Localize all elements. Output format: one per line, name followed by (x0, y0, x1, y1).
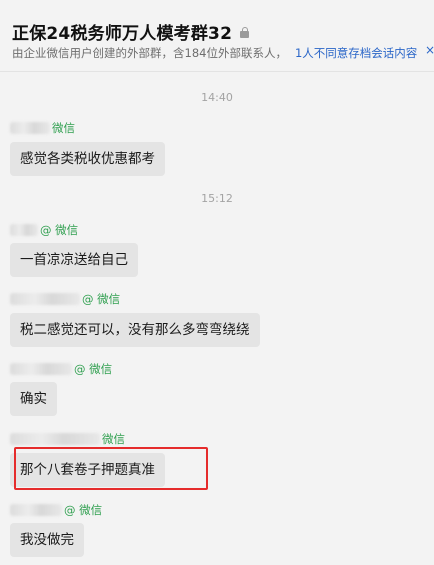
message-bubble[interactable]: 我没做完 (10, 523, 84, 557)
sender-name: @ 微信 (10, 502, 102, 518)
timestamp: 15:12 (201, 192, 233, 205)
message-bubble[interactable]: 一首凉凉送给自己 (10, 243, 138, 277)
chat-header: 正保24税务师万人模考群32 由企业微信用户创建的外部群，含184位外部联系人，… (0, 0, 434, 72)
sender-avatar-blur (10, 122, 50, 134)
wechat-badge: 微信 (102, 432, 125, 446)
wechat-badge: @ 微信 (64, 503, 103, 517)
wechat-badge: @ 微信 (82, 292, 121, 306)
sender-avatar-blur (10, 224, 38, 236)
message-list[interactable]: 14:40 微信 感觉各类税收优惠都考 15:12 @ 微信 一首凉凉送给自己 … (0, 73, 434, 565)
sender-name: @ 微信 (10, 361, 112, 377)
subtitle-text: 由企业微信用户创建的外部群，含184位外部联系人， (12, 46, 287, 60)
close-icon[interactable]: × (425, 43, 434, 57)
archive-consent-link[interactable]: 1人不同意存档会话内容 (295, 45, 417, 61)
group-title: 正保24税务师万人模考群32 (12, 24, 233, 44)
sender-avatar-blur (10, 363, 72, 375)
sender-name: @ 微信 (10, 222, 78, 238)
wechat-badge: @ 微信 (40, 223, 79, 237)
sender-avatar-blur (10, 433, 100, 445)
sender-avatar-blur (10, 504, 62, 516)
highlight-box (14, 447, 208, 490)
message-bubble[interactable]: 税二感觉还可以，没有那么多弯弯绕绕 (10, 313, 260, 347)
lock-icon (240, 27, 250, 38)
timestamp: 14:40 (201, 91, 233, 104)
group-subtitle: 由企业微信用户创建的外部群，含184位外部联系人， 1人不同意存档会话内容 (12, 45, 417, 61)
wechat-badge: @ 微信 (74, 362, 113, 376)
sender-avatar-blur (10, 293, 80, 305)
message-bubble[interactable]: 感觉各类税收优惠都考 (10, 142, 165, 176)
sender-name: @ 微信 (10, 291, 120, 307)
title-row: 正保24税务师万人模考群32 (12, 19, 250, 44)
wechat-badge: 微信 (52, 121, 75, 135)
sender-name: 微信 (10, 120, 75, 136)
sender-name: 微信 (10, 431, 125, 447)
message-bubble[interactable]: 确实 (10, 382, 57, 416)
